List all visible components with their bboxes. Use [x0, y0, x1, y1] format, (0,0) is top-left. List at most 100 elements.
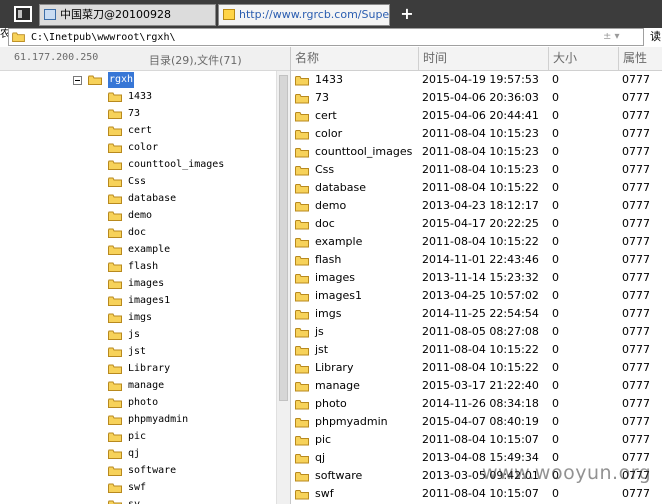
path-bar[interactable]: C:\Inetpub\wwwroot\rgxh\ ± ▾ — [8, 28, 644, 46]
column-header-size[interactable]: 大小 — [549, 47, 619, 70]
cell-time: 2013-11-14 15:23:32 — [422, 271, 539, 284]
tree-node-label: doc — [128, 227, 147, 238]
tree-node-label: pic — [128, 431, 147, 442]
cell-name: manage — [315, 379, 360, 392]
folder-icon — [108, 415, 122, 425]
cell-attr: 0777 — [622, 415, 650, 428]
folder-icon — [108, 279, 122, 289]
folder-icon — [295, 472, 309, 482]
tree-node-label: imgs — [128, 312, 153, 323]
cell-time: 2015-04-06 20:36:03 — [422, 91, 539, 104]
table-row[interactable]: demo 2013-04-23 18:12:17 0 0777 — [291, 197, 662, 215]
window-icon — [44, 9, 56, 20]
tree-vertical-scrollbar[interactable] — [276, 71, 290, 504]
cell-size: 0 — [552, 163, 559, 176]
folder-icon — [108, 500, 122, 504]
folder-icon — [295, 400, 309, 410]
path-input[interactable]: C:\Inetpub\wwwroot\rgxh\ — [31, 29, 176, 46]
tree-node-label: phpmyadmin — [128, 414, 189, 425]
path-controls[interactable]: ± ▾ — [603, 29, 620, 45]
table-row[interactable]: imgs 2014-11-25 22:54:54 0 0777 — [291, 305, 662, 323]
table-row[interactable]: Library 2011-08-04 10:15:22 0 0777 — [291, 359, 662, 377]
cell-time: 2011-08-04 10:15:07 — [422, 487, 539, 500]
cell-name: flash — [315, 253, 342, 266]
table-row[interactable]: doc 2015-04-17 20:22:25 0 0777 — [291, 215, 662, 233]
tree-node-label: counttool_images — [128, 159, 225, 170]
cell-attr: 0777 — [622, 235, 650, 248]
cell-attr: 0777 — [622, 199, 650, 212]
cell-attr: 0777 — [622, 271, 650, 284]
folder-icon — [295, 490, 309, 500]
scrollbar-thumb[interactable] — [279, 75, 288, 401]
watermark-text: www.wooyun.org — [482, 462, 652, 484]
tree-node-label: photo — [128, 397, 159, 408]
table-row[interactable]: Css 2011-08-04 10:15:23 0 0777 — [291, 161, 662, 179]
cell-size: 0 — [552, 433, 559, 446]
cell-time: 2011-08-04 10:15:22 — [422, 181, 539, 194]
table-row[interactable]: cert 2015-04-06 20:44:41 0 0777 — [291, 107, 662, 125]
cell-name: jst — [315, 343, 329, 356]
cell-name: 73 — [315, 91, 329, 104]
table-row[interactable]: database 2011-08-04 10:15:22 0 0777 — [291, 179, 662, 197]
new-tab-button[interactable]: + — [400, 4, 414, 24]
folder-icon — [12, 32, 25, 42]
cell-attr: 0777 — [622, 289, 650, 302]
cell-attr: 0777 — [622, 433, 650, 446]
table-row[interactable]: manage 2015-03-17 21:22:40 0 0777 — [291, 377, 662, 395]
tree-node-label: images — [128, 278, 165, 289]
cell-attr: 0777 — [622, 343, 650, 356]
cell-time: 2014-11-26 08:34:18 — [422, 397, 539, 410]
folder-icon — [295, 112, 309, 122]
table-row[interactable]: photo 2014-11-26 08:34:18 0 0777 — [291, 395, 662, 413]
cell-size: 0 — [552, 253, 559, 266]
collapse-toggle[interactable] — [73, 76, 82, 85]
column-header-time[interactable]: 时间 — [419, 47, 549, 70]
table-row[interactable]: swf 2011-08-04 10:15:07 0 0777 — [291, 485, 662, 503]
table-row[interactable]: js 2011-08-05 08:27:08 0 0777 — [291, 323, 662, 341]
cell-name: database — [315, 181, 366, 194]
folder-icon — [108, 211, 122, 221]
tree-node-label: swf — [128, 482, 147, 493]
folder-icon — [108, 160, 122, 170]
table-row[interactable]: 73 2015-04-06 20:36:03 0 0777 — [291, 89, 662, 107]
tab-caidao[interactable]: 中国菜刀@20100928 — [39, 4, 216, 26]
folder-icon — [108, 228, 122, 238]
folder-icon — [108, 381, 122, 391]
folder-icon — [295, 310, 309, 320]
table-row[interactable]: flash 2014-11-01 22:43:46 0 0777 — [291, 251, 662, 269]
table-row[interactable]: pic 2011-08-04 10:15:07 0 0777 — [291, 431, 662, 449]
folder-icon — [108, 483, 122, 493]
window-menu-icon[interactable] — [14, 6, 32, 22]
table-row[interactable]: jst 2011-08-04 10:15:22 0 0777 — [291, 341, 662, 359]
tree-node-label: manage — [128, 380, 165, 391]
folder-icon — [295, 454, 309, 464]
folder-icon — [108, 330, 122, 340]
table-row[interactable]: counttool_images 2011-08-04 10:15:23 0 0777 — [291, 143, 662, 161]
cell-attr: 0777 — [622, 145, 650, 158]
table-row[interactable]: phpmyadmin 2015-04-07 08:40:19 0 0777 — [291, 413, 662, 431]
table-row[interactable]: 1433 2015-04-19 19:57:53 0 0777 — [291, 71, 662, 89]
cell-name: software — [315, 469, 363, 482]
page-icon — [223, 9, 235, 20]
tab-url[interactable]: http://www.rgrcb.com/Super... — [218, 4, 390, 26]
tree-node-label: 1433 — [128, 91, 153, 102]
cell-name: color — [315, 127, 343, 140]
cell-size: 0 — [552, 361, 559, 374]
folder-icon — [108, 449, 122, 459]
table-row[interactable]: images 2013-11-14 15:23:32 0 0777 — [291, 269, 662, 287]
folder-icon — [295, 436, 309, 446]
table-row[interactable]: images1 2013-04-25 10:57:02 0 0777 — [291, 287, 662, 305]
cell-attr: 0777 — [622, 217, 650, 230]
folder-icon — [295, 382, 309, 392]
cell-size: 0 — [552, 145, 559, 158]
table-row[interactable]: example 2011-08-04 10:15:22 0 0777 — [291, 233, 662, 251]
folder-icon — [295, 130, 309, 140]
tree-node-label: Library — [128, 363, 171, 374]
right-edge-text[interactable]: 读 — [650, 28, 662, 46]
table-row[interactable]: color 2011-08-04 10:15:23 0 0777 — [291, 125, 662, 143]
column-header-attr[interactable]: 属性 — [619, 47, 662, 70]
cell-attr: 0777 — [622, 181, 650, 194]
column-header-name[interactable]: 名称 — [291, 47, 419, 70]
cell-size: 0 — [552, 343, 559, 356]
cell-attr: 0777 — [622, 487, 650, 500]
